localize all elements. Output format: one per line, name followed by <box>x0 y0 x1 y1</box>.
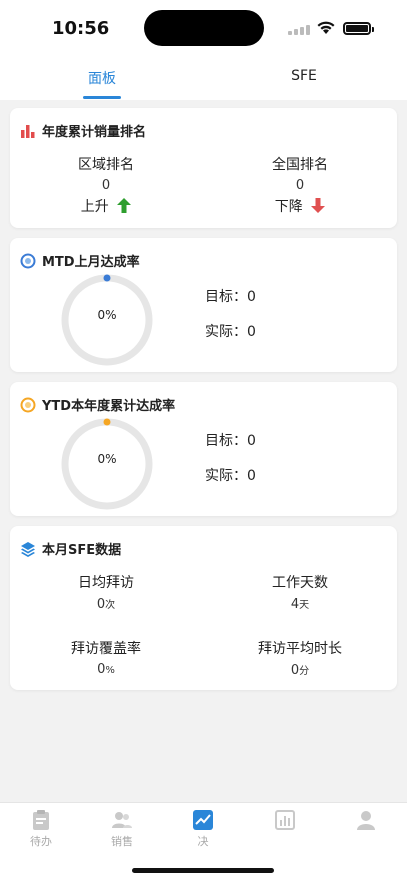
regional-trend: 上升 <box>26 196 186 216</box>
ytd-percent: 0% <box>97 452 117 466</box>
mtd-circle-icon <box>20 253 36 268</box>
battery-icon <box>343 22 374 35</box>
mtd-percent: 0% <box>97 308 117 322</box>
active-tab-indicator <box>83 96 121 99</box>
regional-rank-value: 0 <box>101 178 111 193</box>
sfe-daily-visits: 日均拜访 0次 <box>78 575 134 612</box>
clipboard-icon <box>33 810 49 830</box>
national-rank-value: 0 <box>295 178 305 193</box>
arrow-down-icon <box>311 198 326 213</box>
person-icon <box>357 811 375 830</box>
national-rank-label: 全国排名 <box>272 157 328 173</box>
dynamic-island <box>144 10 264 46</box>
arrow-up-icon <box>117 198 132 213</box>
mtd-card: MTD上月达成率 0% 目标：0 实际：0 <box>10 238 397 372</box>
nav-profile[interactable] <box>341 809 391 833</box>
bar-chart-icon <box>21 124 35 138</box>
regional-rank-label: 区域排名 <box>78 157 134 173</box>
ytd-title: YTD本年度累计达成率 <box>20 395 175 414</box>
national-trend: 下降 <box>220 196 380 216</box>
sfe-coverage-rate: 拜访覆盖率 0% <box>71 641 141 677</box>
ytd-circle-icon <box>20 397 36 412</box>
nav-decision[interactable]: 决 <box>178 809 228 849</box>
nav-report[interactable] <box>260 809 310 833</box>
wifi-icon <box>317 21 335 34</box>
ytd-actual: 实际：0 <box>205 468 256 484</box>
mtd-actual: 实际：0 <box>205 324 256 340</box>
top-tabs: 面板 SFE <box>0 56 407 100</box>
sfe-avg-duration: 拜访平均时长 0分 <box>258 641 342 678</box>
regional-rank: 区域排名 0 <box>26 154 186 193</box>
mtd-title: MTD上月达成率 <box>20 251 140 270</box>
sfe-work-days: 工作天数 4天 <box>272 575 328 612</box>
tab-panel[interactable]: 面板 <box>62 68 142 88</box>
ranking-title: 年度累计销量排名 <box>20 121 146 140</box>
status-time: 10:56 <box>52 18 110 39</box>
cellular-signal-icon <box>288 25 312 35</box>
mtd-target: 目标：0 <box>205 289 256 305</box>
status-bar: 10:56 <box>0 0 407 56</box>
mtd-progress-ring: 0% <box>59 272 155 368</box>
sfe-title: 本月SFE数据 <box>20 539 121 558</box>
ytd-target: 目标：0 <box>205 433 256 449</box>
ytd-progress-ring: 0% <box>59 416 155 512</box>
layers-icon <box>21 541 35 557</box>
trend-icon <box>193 810 213 830</box>
national-rank: 全国排名 0 <box>220 154 380 193</box>
people-icon <box>112 812 132 828</box>
home-indicator <box>132 868 274 873</box>
ranking-card: 年度累计销量排名 区域排名 0 上升 全国排名 0 下降 <box>10 108 397 228</box>
ytd-card: YTD本年度累计达成率 0% 目标：0 实际：0 <box>10 382 397 516</box>
tab-sfe[interactable]: SFE <box>264 68 344 84</box>
sfe-card: 本月SFE数据 日均拜访 0次 工作天数 4天 拜访覆盖率 0% 拜访平均时长 … <box>10 526 397 690</box>
report-icon <box>275 810 295 830</box>
nav-sales[interactable]: 销售 <box>97 809 147 849</box>
nav-todo[interactable]: 待办 <box>16 809 66 849</box>
